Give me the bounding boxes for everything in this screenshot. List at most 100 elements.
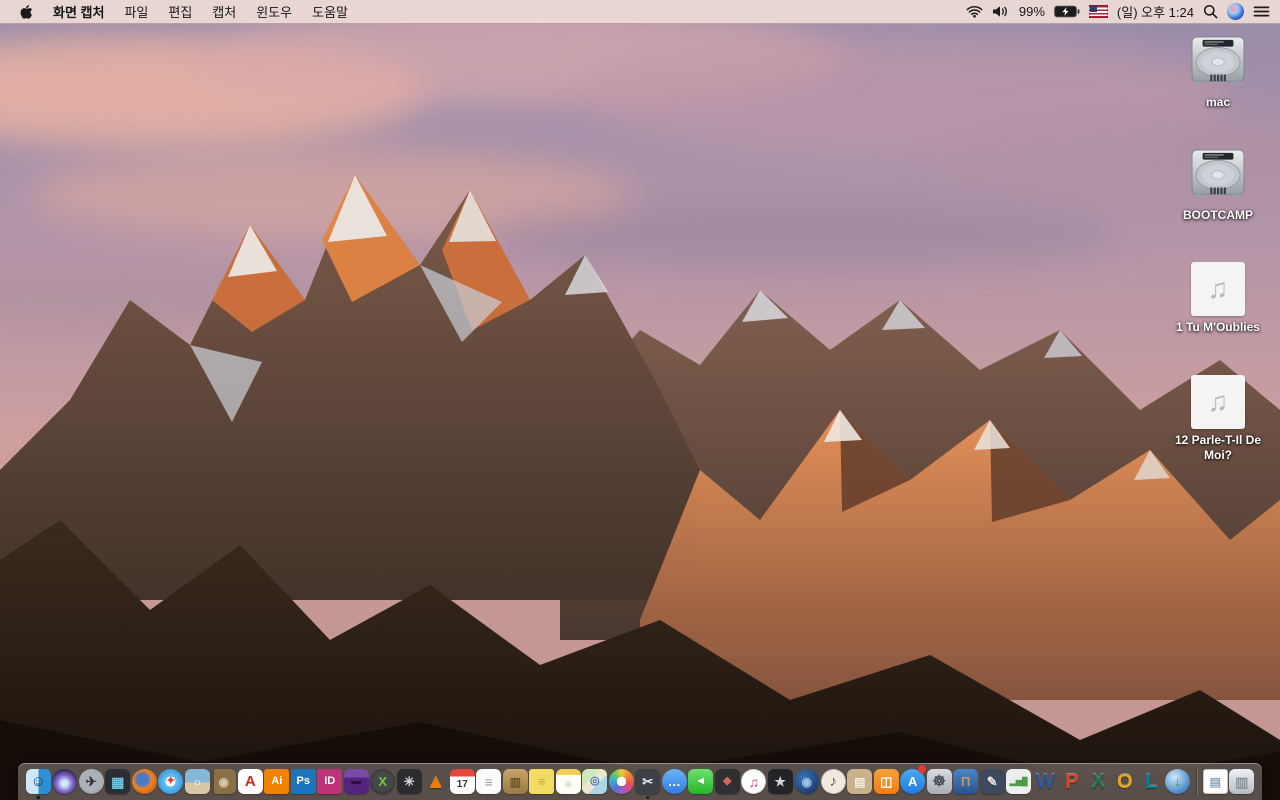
apple-logo-icon (20, 5, 33, 19)
desktop: 화면 캡처 파일 편집 캡처 윈도우 도움말 99% (일) 오후 1:24 m… (0, 0, 1280, 800)
document-file-icon: ▤ (1202, 769, 1228, 794)
download-manager-icon: ↓ (1165, 769, 1191, 794)
spotlight-icon[interactable] (1203, 4, 1218, 19)
dock-icon-unarchiver[interactable]: ▥ (502, 763, 529, 800)
pages-icon: ✎ (979, 769, 1005, 794)
dock-icon-keynote[interactable]: Π (953, 763, 980, 800)
dock-icon-reminders[interactable]: ≡ (476, 763, 503, 800)
desktop-icon-drive-mac[interactable]: mac (1159, 34, 1277, 147)
launchpad-icon: ✈ (78, 769, 104, 794)
dock-divider (1196, 768, 1197, 795)
menubar-menus: 파일 편집 캡처 윈도우 도움말 (114, 2, 358, 21)
dock-icon-facetime[interactable]: ◄ (688, 763, 715, 800)
dock-icon-clippings-app[interactable]: ▤ (847, 763, 874, 800)
desktop-icon-audio-tu-moublies[interactable]: ♫ 1 Tu M'Oublies (1159, 260, 1277, 373)
dock-icon-safari[interactable]: ✦ (158, 763, 185, 800)
desktop-icon-label: BOOTCAMP (1183, 208, 1253, 222)
notes-icon: ≡ (555, 769, 581, 794)
battery-charging-icon[interactable] (1054, 5, 1080, 18)
flag-canton (1089, 6, 1098, 12)
dock-icon-illustrator[interactable]: Ai (264, 763, 291, 800)
dock-icon-photo-booth[interactable]: ◆ (714, 763, 741, 800)
desktop-icon-label: mac (1205, 95, 1231, 109)
menubar-menu-item-2[interactable]: 캡처 (202, 2, 246, 21)
dock-icon-ibooks[interactable]: ◫ (873, 763, 900, 800)
keynote-icon: Π (953, 769, 979, 794)
dock-icon-siri[interactable] (52, 763, 79, 800)
menubar-menu-item-1[interactable]: 편집 (158, 2, 202, 21)
dock-icon-fan-control[interactable]: ✳ (396, 763, 423, 800)
dock-icon-imovie[interactable]: ★ (767, 763, 794, 800)
imovie-icon: ★ (767, 769, 793, 794)
vlc-icon: ▲ (425, 770, 446, 793)
dock-icon-contacts[interactable]: ◉ (211, 763, 238, 800)
desktop-icon-label: 1 Tu M'Oublies (1176, 320, 1260, 334)
dock-icon-preview[interactable]: ○ (184, 763, 211, 800)
volume-icon[interactable] (992, 5, 1010, 18)
menubar-menu-item-4[interactable]: 도움말 (302, 2, 358, 21)
dock-icon-firefox[interactable] (131, 763, 158, 800)
dock-icon-messages[interactable]: … (661, 763, 688, 800)
dock-icon-stickies[interactable]: ≡ (529, 763, 556, 800)
dock-icon-system-preferences[interactable]: ☸ (926, 763, 953, 800)
dock-icon-ms-powerpoint[interactable]: P (1059, 763, 1086, 800)
dock-icon-pages[interactable]: ✎ (979, 763, 1006, 800)
notification-center-icon[interactable] (1253, 5, 1270, 18)
siri-icon[interactable] (1227, 3, 1244, 20)
ms-excel-icon: X (1091, 770, 1105, 793)
dock-icon-garageband[interactable]: ♪ (820, 763, 847, 800)
itunes-icon: ♫ (741, 769, 767, 794)
dock-icon-finder[interactable]: ☺ (25, 763, 52, 800)
dock-icon-app-store[interactable]: A (900, 763, 926, 800)
dock-icon-notes[interactable]: ≡ (555, 763, 582, 800)
dock-icon-indesign[interactable]: ID (317, 763, 344, 800)
facetime-icon: ◄ (688, 769, 714, 794)
menubar-clock[interactable]: (일) 오후 1:24 (1117, 2, 1194, 21)
ms-outlook-icon: O (1116, 770, 1133, 793)
dock-icon-download-manager[interactable]: ↓ (1165, 763, 1192, 800)
dock-icon-document-file[interactable]: ▤ (1202, 763, 1229, 800)
unarchiver-icon: ▥ (502, 769, 528, 794)
safari-icon: ✦ (158, 769, 184, 794)
dock-icon-ms-excel[interactable]: X (1085, 763, 1112, 800)
dock-icon-grab-screen-capture[interactable]: ✂ (635, 763, 662, 800)
desktop-icon-drive-bootcamp[interactable]: BOOTCAMP (1159, 147, 1277, 260)
dock-icon-numbers[interactable]: ▂▅█ (1006, 763, 1033, 800)
dock-icon-maps[interactable]: ◎ (582, 763, 609, 800)
dock: ☺ ✈ ▦ ✦ ○ ◉ A Ai Ps ID ▬ X ✳ ▲ 17 ≡ ▥ ≡ ≡ ◎ ✂… ◄ ◆ ♫ ★ ◉ ♪ ▤ ◫ A ☸ Π ✎ ▂▅… (18, 763, 1262, 800)
dock-icon-itunes[interactable]: ♫ (741, 763, 768, 800)
input-source-us-flag[interactable] (1088, 5, 1108, 18)
dock-icon-photoshop[interactable]: Ps (290, 763, 317, 800)
idvd-icon: ◉ (794, 769, 820, 794)
menubar-menu-item-0[interactable]: 파일 (114, 2, 158, 21)
active-app-menu[interactable]: 화면 캡처 (43, 2, 114, 21)
grab-screen-capture-icon: ✂ (635, 769, 661, 794)
dock-icon-ms-outlook[interactable]: O (1112, 763, 1139, 800)
calendar-icon: 17 (449, 769, 475, 794)
dock-icon-photos[interactable] (608, 763, 635, 800)
firefox-icon (131, 769, 157, 794)
fan-control-icon: ✳ (396, 769, 422, 794)
dock-icon-idvd[interactable]: ◉ (794, 763, 821, 800)
dock-icon-acrobat-reader[interactable]: A (237, 763, 264, 800)
ms-word-icon: W (1035, 770, 1055, 793)
wifi-icon[interactable] (966, 5, 983, 18)
menubar-menu-item-3[interactable]: 윈도우 (246, 2, 302, 21)
dock-icon-calendar[interactable]: 17 (449, 763, 476, 800)
dock-icon-mission-control[interactable]: ▦ (105, 763, 132, 800)
running-indicator (36, 795, 40, 799)
dock-icon-ms-lync[interactable]: L (1138, 763, 1165, 800)
trash-icon: ▥ (1229, 769, 1255, 794)
mission-control-icon: ▦ (105, 769, 131, 794)
maps-icon: ◎ (582, 769, 608, 794)
dock-icon-trash[interactable]: ▥ (1229, 763, 1256, 800)
apple-menu[interactable] (10, 4, 43, 19)
dock-icon-xld[interactable]: X (370, 763, 397, 800)
dock-icon-vlc[interactable]: ▲ (423, 763, 450, 800)
dock-icon-toast-titanium[interactable]: ▬ (343, 763, 370, 800)
dock-icon-ms-word[interactable]: W (1032, 763, 1059, 800)
running-indicator (646, 795, 650, 799)
desktop-icon-audio-parle-t-il-de-moi[interactable]: ♫ 12 Parle-T-Il De Moi? (1159, 373, 1277, 486)
wallpaper (0, 0, 1280, 800)
dock-icon-launchpad[interactable]: ✈ (78, 763, 105, 800)
